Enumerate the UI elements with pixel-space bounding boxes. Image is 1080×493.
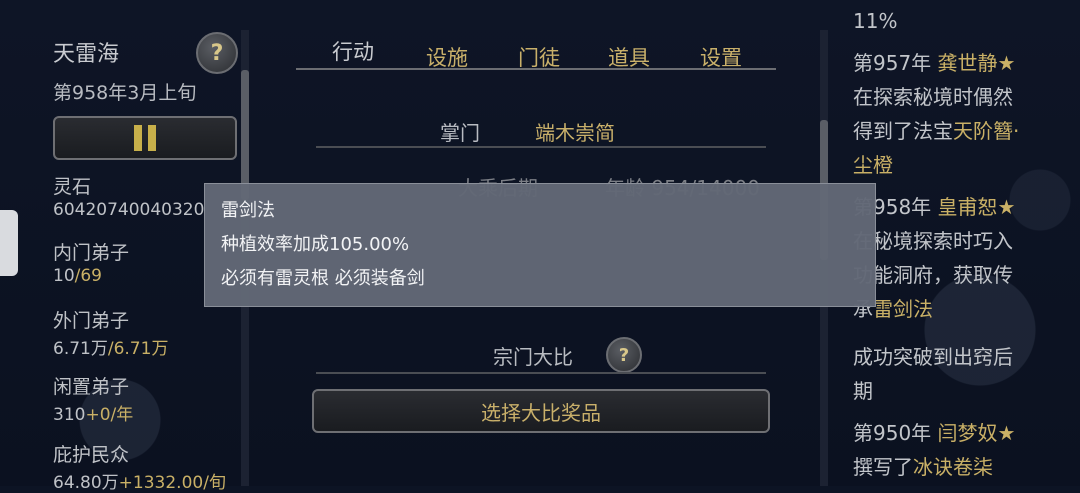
tab-settings[interactable]: 设置	[700, 42, 742, 72]
log-line: 尘橙	[853, 153, 893, 177]
log-line: 在探索秘境时偶然	[853, 85, 1013, 109]
pause-button[interactable]	[53, 116, 237, 160]
tab-facilities[interactable]: 设施	[426, 42, 468, 72]
tooltip-requirement: 必须有雷灵根 必须装备剑	[221, 268, 425, 289]
log-line: 11%	[853, 9, 898, 33]
help-button[interactable]: ?	[196, 32, 238, 74]
stat-value-idle-disciples: 310+0/年	[53, 405, 134, 425]
side-drawer-handle[interactable]	[0, 210, 18, 276]
pause-icon	[134, 125, 156, 151]
log-line: 第957年 龚世静★	[853, 51, 1016, 75]
stat-label-spirit-stone: 灵石	[53, 176, 92, 198]
stat-label-inner-disciples: 内门弟子	[53, 242, 130, 264]
stat-label-protected-people: 庇护民众	[53, 444, 130, 466]
stat-value-outer-disciples: 6.71万/6.71万	[53, 339, 169, 359]
stat-label-idle-disciples: 闲置弟子	[53, 376, 130, 398]
question-icon: ?	[210, 40, 224, 66]
stat-value-protected-people: 64.80万+1332.00/旬	[53, 473, 226, 493]
log-line: 功能洞府，获取传	[853, 263, 1013, 287]
question-icon: ?	[618, 344, 630, 366]
log-line: 期	[853, 379, 873, 403]
leader-name[interactable]: 端木崇简	[535, 117, 615, 146]
stat-label-outer-disciples: 外门弟子	[53, 310, 130, 332]
select-contest-reward-button[interactable]: 选择大比奖品	[312, 389, 770, 433]
tab-action[interactable]: 行动	[332, 36, 374, 66]
sect-contest-label: 宗门大比	[493, 345, 573, 369]
game-date: 第958年3月上旬	[53, 82, 197, 104]
tab-items[interactable]: 道具	[608, 42, 650, 72]
log-line: 第950年 闫梦奴★	[853, 421, 1016, 445]
tab-disciples[interactable]: 门徒	[518, 42, 560, 72]
log-line: 撰写了冰诀卷柒	[853, 455, 993, 479]
sect-name: 天雷海	[53, 42, 120, 67]
leader-label: 掌门	[440, 121, 480, 145]
log-line: 得到了法宝天阶簪·	[853, 119, 1020, 143]
log-line: 成功突破到出窍后	[853, 345, 1013, 369]
tab-bar: 行动 设施 门徒 道具 设置	[296, 10, 776, 78]
log-line: 在秘境探索时巧入	[853, 229, 1013, 253]
tooltip-title: 雷剑法	[221, 200, 275, 221]
contest-help-button[interactable]: ?	[606, 337, 642, 373]
stat-value-inner-disciples: 10/69	[53, 266, 102, 286]
contest-divider	[316, 372, 766, 374]
log-line: 第958年 皇甫恕★	[853, 195, 1016, 219]
tooltip-effect: 种植效率加成105.00%	[221, 234, 410, 255]
skill-tooltip: 雷剑法 种植效率加成105.00% 必须有雷灵根 必须装备剑	[204, 183, 876, 307]
